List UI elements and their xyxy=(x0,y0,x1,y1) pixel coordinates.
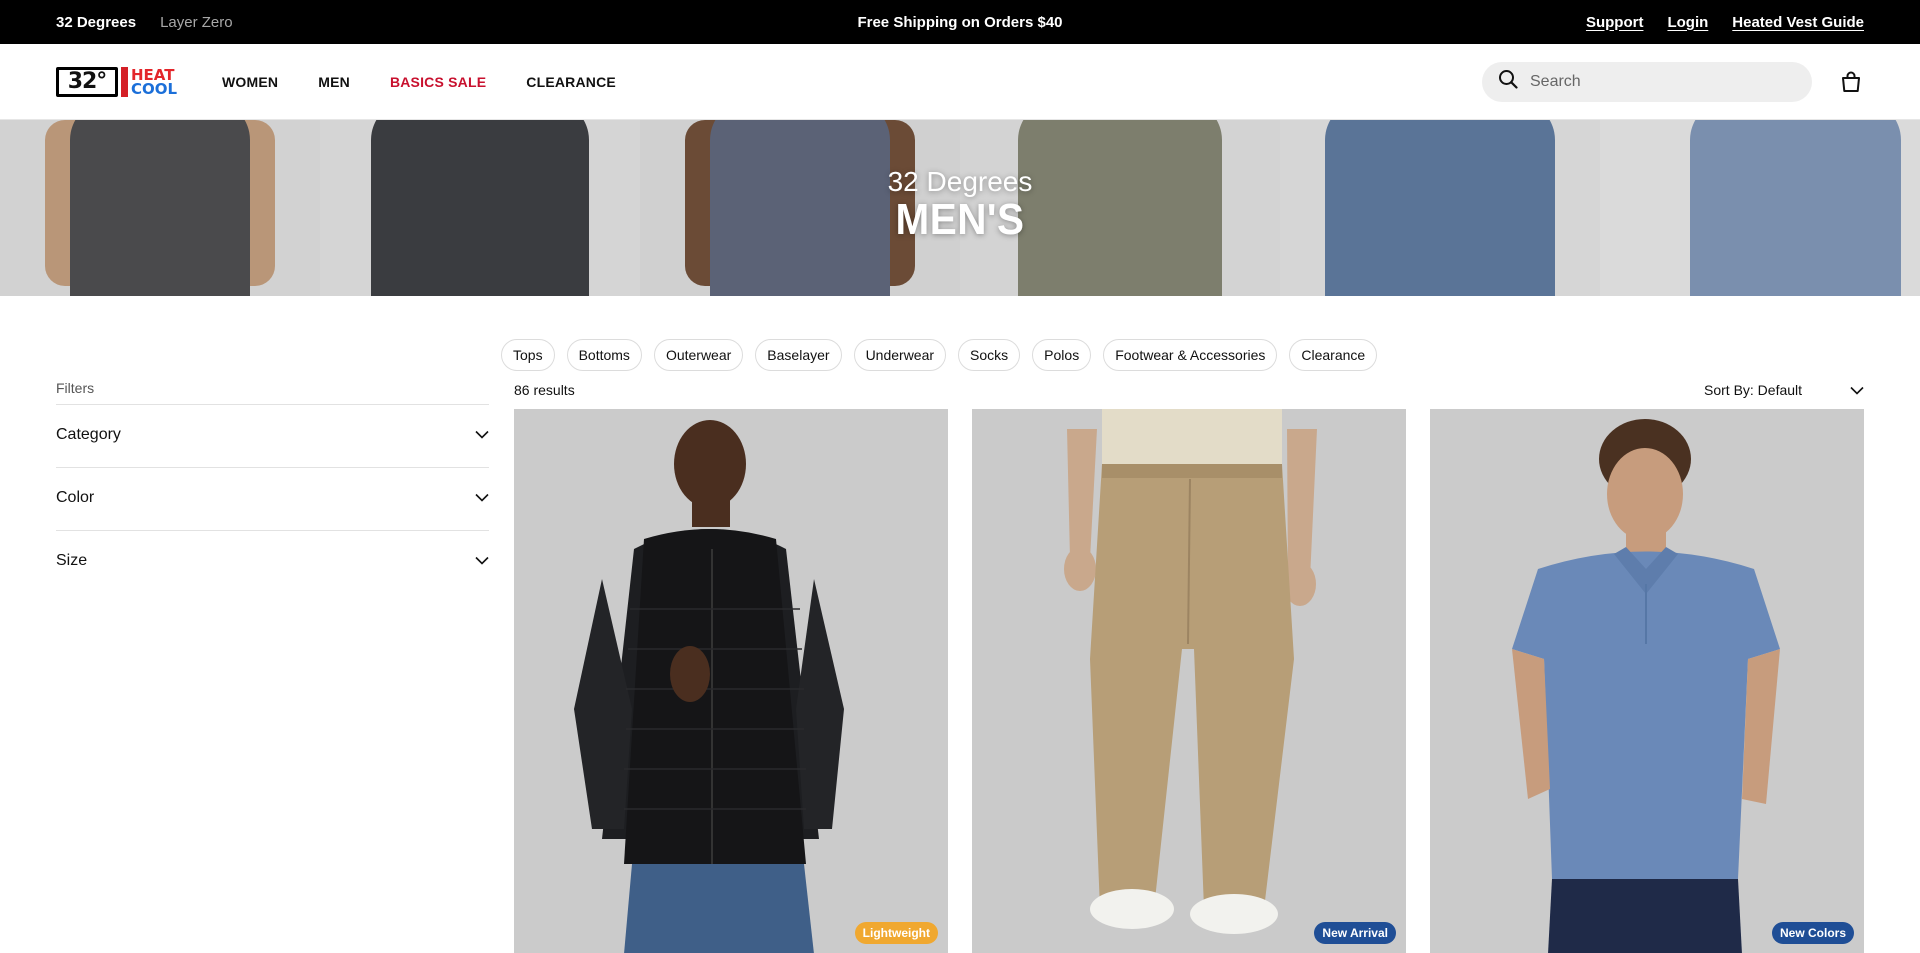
logo-wordmark: HEAT COOL xyxy=(131,67,178,98)
chip-socks[interactable]: Socks xyxy=(958,339,1021,371)
filter-sidebar: Filters Category Color Size xyxy=(56,380,489,593)
chevron-down-icon xyxy=(475,426,489,444)
search-input[interactable] xyxy=(1530,72,1796,91)
primary-menu: WOMEN MEN BASICS SALE CLEARANCE xyxy=(222,74,616,90)
brand-layer-zero[interactable]: Layer Zero xyxy=(160,14,233,31)
product-image xyxy=(514,409,948,953)
site-logo[interactable]: 32° HEAT COOL xyxy=(56,66,182,98)
chip-outerwear[interactable]: Outerwear xyxy=(653,339,744,371)
brand-switcher: 32 Degrees Layer Zero xyxy=(56,14,233,31)
menu-item-clearance[interactable]: CLEARANCE xyxy=(526,74,616,90)
product-card-pants[interactable]: New Arrival xyxy=(972,409,1406,953)
logo-cool: COOL xyxy=(131,79,178,98)
logo-stripe xyxy=(121,66,128,97)
chevron-down-icon xyxy=(475,552,489,570)
product-badge: New Arrival xyxy=(1314,922,1396,944)
hero-subtitle: 32 Degrees xyxy=(887,166,1033,197)
login-link[interactable]: Login xyxy=(1667,14,1708,31)
product-image xyxy=(972,409,1406,953)
product-grid: Lightweight New Arrival New Colors xyxy=(514,409,1864,953)
filters-heading: Filters xyxy=(56,380,95,396)
facet-size[interactable]: Size xyxy=(56,530,489,593)
utility-links: Support Login Heated Vest Guide xyxy=(1586,14,1864,31)
product-badge: Lightweight xyxy=(854,922,938,944)
chevron-down-icon xyxy=(475,489,489,507)
main-nav: 32° HEAT COOL WOMEN MEN BASICS SALE CLEA… xyxy=(0,44,1920,120)
chip-polos[interactable]: Polos xyxy=(1032,339,1092,371)
chip-underwear[interactable]: Underwear xyxy=(853,339,947,371)
hero-heading: 32 Degrees MEN'S xyxy=(0,166,1920,242)
product-image xyxy=(1430,409,1864,953)
chip-bottoms[interactable]: Bottoms xyxy=(566,339,642,371)
menu-item-men[interactable]: MEN xyxy=(318,74,350,90)
heated-vest-guide-link[interactable]: Heated Vest Guide xyxy=(1732,14,1864,31)
product-card-vest[interactable]: Lightweight xyxy=(514,409,948,953)
brand-32-degrees[interactable]: 32 Degrees xyxy=(56,14,136,31)
logo-mark: 32° xyxy=(56,66,118,97)
facet-color[interactable]: Color xyxy=(56,467,489,530)
hero-title: MEN'S xyxy=(895,195,1025,244)
product-badge: New Colors xyxy=(1771,922,1854,944)
search-bar[interactable] xyxy=(1482,61,1812,102)
sort-dropdown[interactable]: Sort By: Default xyxy=(1704,382,1864,398)
chip-baselayer[interactable]: Baselayer xyxy=(755,339,842,371)
facet-label: Color xyxy=(56,489,95,506)
promo-text: Free Shipping on Orders $40 xyxy=(857,13,1063,31)
menu-item-basics-sale[interactable]: BASICS SALE xyxy=(390,74,486,90)
product-card-polo[interactable]: New Colors xyxy=(1430,409,1864,953)
facet-label: Size xyxy=(56,552,88,569)
category-chips: Tops Bottoms Outerwear Baselayer Underwe… xyxy=(501,339,1378,371)
chip-clearance[interactable]: Clearance xyxy=(1289,339,1378,371)
facet-label: Category xyxy=(56,426,121,443)
cart-bag-icon[interactable] xyxy=(1838,69,1864,95)
menu-item-women[interactable]: WOMEN xyxy=(222,74,278,90)
chip-footwear-accessories[interactable]: Footwear & Accessories xyxy=(1103,339,1278,371)
chevron-down-icon xyxy=(1850,382,1864,398)
chip-tops[interactable]: Tops xyxy=(501,339,555,371)
support-link[interactable]: Support xyxy=(1586,14,1644,31)
search-icon xyxy=(1498,69,1518,94)
results-count: 86 results xyxy=(514,382,575,398)
utility-bar: 32 Degrees Layer Zero Free Shipping on O… xyxy=(0,0,1920,44)
facet-category[interactable]: Category xyxy=(56,404,489,467)
category-hero: 32 Degrees MEN'S xyxy=(0,120,1920,296)
sort-label: Sort By: Default xyxy=(1704,382,1803,398)
